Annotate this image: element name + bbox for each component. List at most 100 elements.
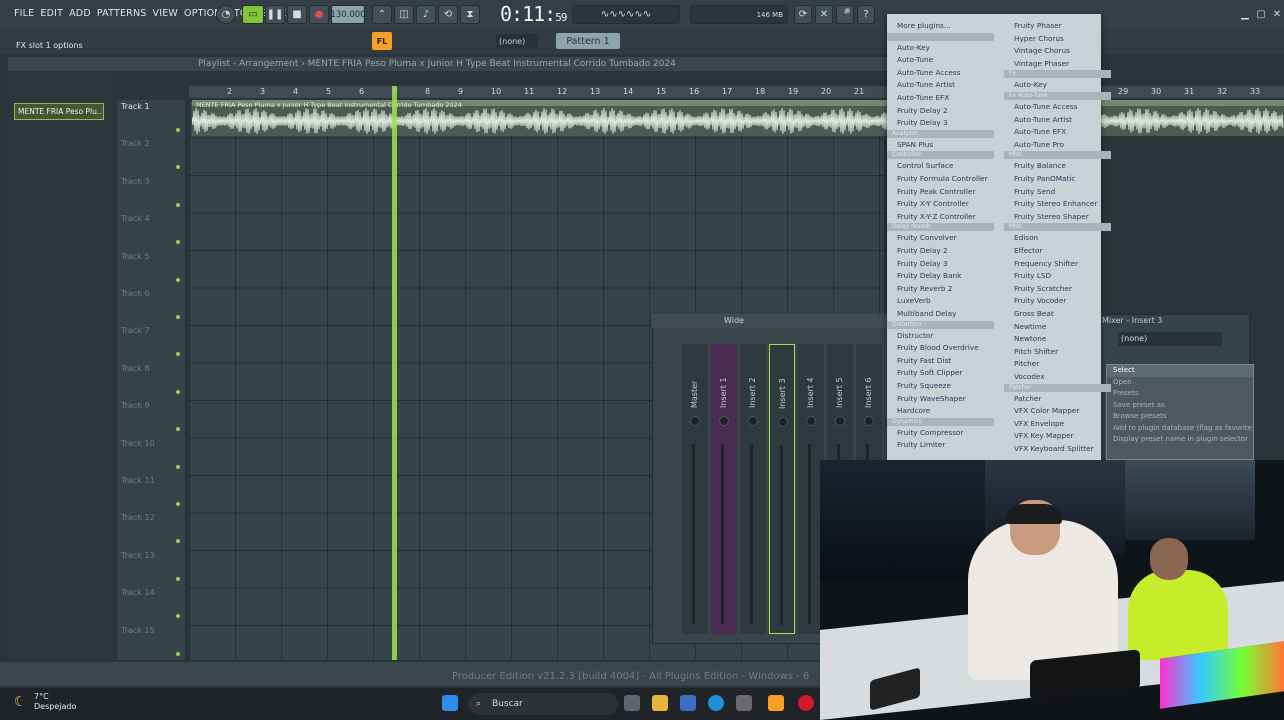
pan-knob[interactable] bbox=[864, 416, 874, 426]
task-view-icon[interactable] bbox=[624, 695, 640, 711]
plugin-menu-item[interactable]: Fruity PanOMatic bbox=[1004, 173, 1111, 186]
plugin-menu-item[interactable]: Fruity Vocoder bbox=[1004, 295, 1111, 308]
plugin-menu-item[interactable]: Patcher bbox=[1004, 393, 1111, 406]
plugin-menu-item[interactable]: Fruity Delay 2 bbox=[887, 105, 994, 118]
plugin-menu-item[interactable]: Hardcore bbox=[887, 405, 994, 418]
plugin-menu-item[interactable]: VFX Keyboard Splitter bbox=[1004, 443, 1111, 456]
plugin-menu-item[interactable]: SPAN Plus bbox=[887, 139, 994, 152]
plugin-menu-item[interactable]: Fruity Squeeze bbox=[887, 380, 994, 393]
microphone-icon[interactable]: 🎤 bbox=[836, 5, 854, 24]
menu-view[interactable]: VIEW bbox=[153, 8, 179, 19]
plugin-menu-item[interactable]: Auto-Key bbox=[887, 42, 994, 55]
track-header[interactable]: Track 3 bbox=[119, 175, 183, 211]
track-mute-led[interactable] bbox=[176, 352, 180, 357]
ctx-open[interactable]: Open bbox=[1107, 377, 1253, 389]
maximize-icon[interactable]: ▢ bbox=[1254, 5, 1268, 24]
ctx-save-preset[interactable]: Save preset as bbox=[1107, 400, 1253, 412]
plugin-menu-item[interactable]: Newtime bbox=[1004, 321, 1111, 334]
menu-edit[interactable]: EDIT bbox=[40, 8, 63, 19]
mixer-strip[interactable]: Insert 2 bbox=[740, 344, 766, 634]
file-explorer-icon[interactable] bbox=[652, 695, 668, 711]
plugin-menu-item[interactable]: Fruity Compressor bbox=[887, 427, 994, 440]
track-mute-led[interactable] bbox=[176, 576, 180, 581]
ctx-select[interactable]: Select bbox=[1107, 365, 1253, 377]
edge-icon[interactable] bbox=[708, 695, 724, 711]
plugin-menu-item[interactable]: Fruity Peak Controller bbox=[887, 186, 994, 199]
tempo-display[interactable]: 130.000 bbox=[330, 5, 366, 24]
plugin-menu-item[interactable]: Fruity Delay 2 bbox=[887, 245, 994, 258]
track-mute-led[interactable] bbox=[176, 427, 180, 432]
insert-slot-selector[interactable]: (none) bbox=[1118, 332, 1222, 346]
plugin-menu-item[interactable]: Fruity Stereo Enhancer bbox=[1004, 198, 1111, 211]
plugin-menu-item[interactable]: Vintage Chorus bbox=[1004, 45, 1111, 58]
plugin-menu-item[interactable]: Fruity Delay 3 bbox=[887, 117, 994, 130]
volume-fader[interactable] bbox=[780, 445, 783, 625]
track-header[interactable]: Track 6 bbox=[119, 287, 183, 323]
minimize-icon[interactable]: ▁ bbox=[1238, 5, 1252, 24]
plugin-menu-item[interactable]: Hyper Chorus bbox=[1004, 33, 1111, 46]
track-header[interactable]: Track 10 bbox=[119, 437, 183, 473]
plugin-menu-item[interactable]: Fruity Soft Clipper bbox=[887, 367, 994, 380]
menu-patterns[interactable]: PATTERNS bbox=[97, 8, 147, 19]
fl-studio-taskbar-icon[interactable] bbox=[768, 695, 784, 711]
track-header[interactable]: Track 5 bbox=[119, 250, 183, 286]
track-mute-led[interactable] bbox=[176, 315, 180, 319]
record-button[interactable]: ● bbox=[309, 5, 329, 24]
store-icon[interactable] bbox=[680, 695, 696, 711]
plugin-menu-item[interactable]: Auto-Tune Access bbox=[1004, 101, 1111, 114]
track-header[interactable]: Track 9 bbox=[119, 399, 183, 435]
fl-studio-button[interactable]: FL bbox=[372, 32, 392, 50]
plugin-menu-item[interactable]: Auto-Tune EFX bbox=[887, 92, 994, 105]
plugin-menu-item[interactable]: Fruity Formula Controller bbox=[887, 173, 994, 186]
typing-keyboard-icon[interactable]: ⌃ bbox=[372, 5, 392, 24]
plugin-menu-item[interactable]: Auto-Tune EFX bbox=[1004, 126, 1111, 139]
pan-knob[interactable] bbox=[748, 416, 758, 426]
help-icon[interactable]: ? bbox=[857, 5, 875, 24]
pan-knob[interactable] bbox=[835, 416, 845, 426]
plugin-menu-item[interactable]: Newtone bbox=[1004, 333, 1111, 346]
taskbar-search[interactable]: ⌕ Buscar bbox=[468, 693, 618, 715]
track-header[interactable]: Track 1 bbox=[119, 100, 183, 136]
plugin-menu-item[interactable]: Vintage Phaser bbox=[1004, 58, 1111, 71]
insert-panel-title[interactable]: Mixer - Insert 3 bbox=[1100, 314, 1250, 327]
plugin-menu-item[interactable]: Fruity Phaser bbox=[1004, 20, 1111, 33]
plugin-menu-item[interactable]: Auto-Tune Artist bbox=[887, 79, 994, 92]
window-close-icon[interactable]: ✕ bbox=[1270, 5, 1284, 24]
plugin-menu-item[interactable]: Fruity WaveShaper bbox=[887, 393, 994, 406]
plugin-menu-item[interactable]: Pitcher bbox=[1004, 358, 1111, 371]
plugin-menu-item[interactable]: Gross Beat bbox=[1004, 308, 1111, 321]
plugin-menu-item[interactable]: More plugins... bbox=[887, 20, 994, 33]
app-icon[interactable] bbox=[736, 695, 752, 711]
plugin-menu-item[interactable]: Fruity Convolver bbox=[887, 232, 994, 245]
plugin-menu-item[interactable]: Fruity Balance bbox=[1004, 160, 1111, 173]
opera-icon[interactable] bbox=[798, 695, 814, 711]
volume-fader[interactable] bbox=[721, 444, 724, 624]
track-mute-led[interactable] bbox=[176, 502, 180, 506]
track-header[interactable]: Track 13 bbox=[119, 549, 183, 585]
playlist-title-bar[interactable]: Playlist - Arrangement › MENTE FRIA Peso… bbox=[8, 57, 888, 71]
plugin-menu-item[interactable]: Fruity Scratcher bbox=[1004, 283, 1111, 296]
menu-add[interactable]: ADD bbox=[69, 8, 91, 19]
blend-notes-icon[interactable]: ♪ bbox=[416, 5, 436, 24]
mixer-strip[interactable]: Master bbox=[682, 344, 708, 634]
track-header[interactable]: Track 7 bbox=[119, 324, 183, 360]
plugin-menu-item[interactable]: Effector bbox=[1004, 245, 1111, 258]
weather-widget[interactable]: 7°C Despejado bbox=[34, 692, 76, 712]
metronome-icon[interactable]: ◔ bbox=[216, 5, 236, 24]
plugin-menu-item[interactable]: Fruity LSD bbox=[1004, 270, 1111, 283]
menu-file[interactable]: FILE bbox=[14, 8, 34, 19]
track-mute-led[interactable] bbox=[176, 165, 180, 170]
track-mute-led[interactable] bbox=[176, 202, 180, 207]
track-header[interactable]: Track 12 bbox=[119, 511, 183, 547]
plugin-menu-item[interactable]: Auto-Tune bbox=[887, 54, 994, 67]
mixer-strip[interactable]: Insert 3 bbox=[769, 344, 795, 634]
loop-record-icon[interactable]: ⟲ bbox=[438, 5, 458, 24]
track-mute-led[interactable] bbox=[176, 539, 180, 544]
plugin-menu-item[interactable]: VFX Key Mapper bbox=[1004, 430, 1111, 443]
windows-start-icon[interactable] bbox=[442, 695, 458, 711]
plugin-menu-item[interactable]: Fruity Fast Dist bbox=[887, 355, 994, 368]
pattern-selector[interactable]: Pattern 1 bbox=[556, 33, 620, 49]
track-header[interactable]: Track 4 bbox=[119, 212, 183, 248]
track-header[interactable]: Track 8 bbox=[119, 362, 183, 398]
plugin-menu-item[interactable]: Auto-Tune Artist bbox=[1004, 114, 1111, 127]
